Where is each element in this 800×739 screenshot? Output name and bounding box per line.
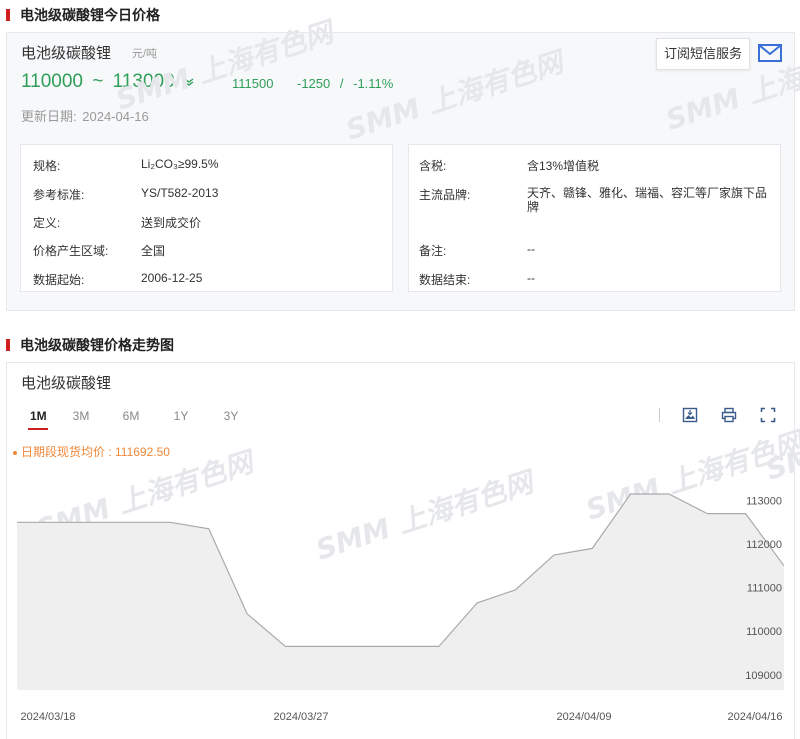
y-tick-label: 113000 [746, 495, 782, 507]
watermark-text: SMM 上海有色网 [112, 14, 341, 116]
watermark-text: SMM 上海有色网 [662, 34, 800, 136]
x-axis-ticks: 2024/03/18 2024/03/27 2024/04/09 2024/04/16 [20, 711, 782, 723]
y-tick-label: 111000 [747, 583, 782, 595]
watermark-text: SMM 上海有色网 [312, 464, 541, 566]
watermark-layer: SMM 上海有色网 SMM 上海有色网SMM 上海有色网 SMM 上海有色网SMM … [32, 14, 800, 566]
y-tick-label: 112000 [746, 539, 782, 551]
x-tick-label: 2024/04/09 [556, 711, 611, 723]
x-tick-label: 2024/04/16 [727, 711, 782, 723]
y-tick-label: 109000 [745, 670, 782, 682]
x-tick-label: 2024/03/27 [273, 711, 328, 723]
x-tick-label: 2024/03/18 [20, 711, 75, 723]
y-tick-label: 110000 [746, 626, 782, 638]
watermark-text: SMM 上海有色网 [342, 44, 571, 146]
price-trend-chart[interactable]: SMM 上海有色网 SMM 上海有色网SMM 上海有色网 SMM 上海有色网SMM … [0, 0, 800, 739]
